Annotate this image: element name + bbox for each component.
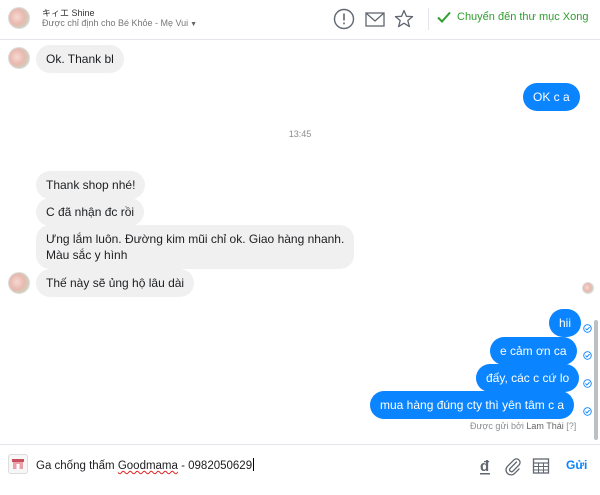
svg-text:đ: đ <box>480 458 490 475</box>
message-composer: Ga chống thấm Goodmama - 0982050629 đ Gử… <box>0 444 600 495</box>
message-incoming[interactable]: Ok. Thank bl <box>36 45 124 73</box>
input-text: - 0982050629 <box>177 460 253 472</box>
sent-by-help[interactable]: [?] <box>566 421 576 431</box>
delivered-check-icon <box>583 351 592 360</box>
delivered-check-icon <box>583 407 592 416</box>
seen-avatar <box>582 282 594 294</box>
conversation-header: キィエ Shine Được chỉ định cho Bé Khỏe - Mẹ… <box>0 0 600 40</box>
spam-alert-icon[interactable] <box>333 8 355 30</box>
send-button[interactable]: Gửi <box>566 458 587 472</box>
delivered-check-icon <box>583 379 592 388</box>
sent-by-prefix: Được gửi bởi <box>470 421 524 431</box>
message-outgoing[interactable]: mua hàng đúng cty thì yên tâm c a <box>370 391 575 419</box>
mail-unread-icon[interactable] <box>364 8 386 30</box>
attachment-icon[interactable] <box>503 456 523 476</box>
contact-avatar[interactable] <box>8 7 30 29</box>
assigned-dropdown[interactable]: Được chỉ định cho Bé Khỏe - Mẹ Vui ▼ <box>42 18 197 28</box>
check-icon <box>437 11 451 23</box>
message-incoming[interactable]: Thank shop nhé! <box>36 171 146 199</box>
scrollbar-thumb[interactable] <box>594 320 598 440</box>
text-cursor <box>253 458 255 471</box>
input-text: Ga chống thấm <box>36 460 118 472</box>
message-outgoing[interactable]: hii <box>549 309 582 337</box>
assigned-label: Được chỉ định cho Bé Khỏe - Mẹ Vui <box>42 18 189 28</box>
input-text-misspelled: Goodmama <box>117 460 178 472</box>
contact-avatar-small <box>8 47 30 69</box>
message-line: Màu sắc y hình <box>46 248 128 262</box>
star-icon[interactable] <box>393 8 415 30</box>
contact-avatar-small <box>8 272 30 294</box>
page-avatar-icon <box>8 454 28 474</box>
template-table-icon[interactable] <box>531 456 551 476</box>
header-divider <box>428 8 429 30</box>
timestamp: 13:45 <box>288 129 312 139</box>
currency-dong-icon[interactable]: đ <box>476 456 496 476</box>
message-incoming[interactable]: C đã nhận đc rồi <box>36 198 145 226</box>
move-to-done-label: Chuyển đến thư mục Xong <box>457 11 589 23</box>
chevron-down-icon: ▼ <box>190 21 198 28</box>
sent-by-info: Được gửi bởi Lam Thái [?] <box>470 421 576 431</box>
message-incoming[interactable]: Ưng lắm luôn. Đường kim mũi chỉ ok. Giao… <box>36 225 355 269</box>
message-incoming[interactable]: Thế này sẽ ủng hộ lâu dài <box>36 269 195 297</box>
message-outgoing[interactable]: đấy, các c cứ lo <box>476 364 580 392</box>
move-to-done-button[interactable]: Chuyển đến thư mục Xong <box>437 11 589 23</box>
delivered-check-icon <box>583 324 592 333</box>
sent-by-name[interactable]: Lam Thái <box>526 421 563 431</box>
message-outgoing[interactable]: OK c a <box>523 83 580 111</box>
message-line: Ưng lắm luôn. Đường kim mũi chỉ ok. Giao… <box>46 232 345 246</box>
message-input[interactable]: Ga chống thấm Goodmama - 0982050629 <box>36 458 255 472</box>
message-outgoing[interactable]: e cảm ơn ca <box>490 337 577 365</box>
